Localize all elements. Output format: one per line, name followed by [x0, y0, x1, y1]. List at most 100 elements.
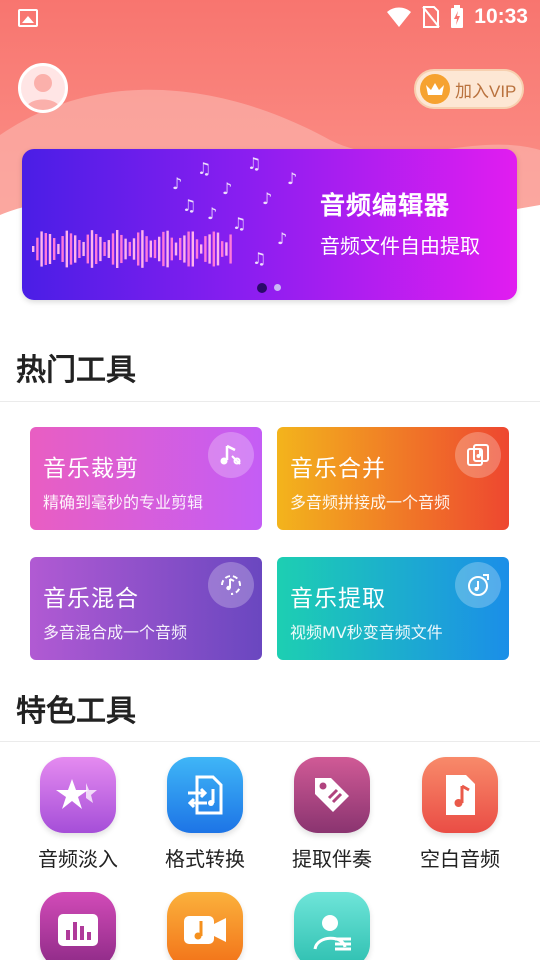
- vip-label: 加入VIP: [455, 81, 517, 101]
- tool-label: 格式转换: [165, 847, 245, 871]
- clock: 10:33: [474, 5, 528, 28]
- no-sim-icon: [422, 6, 441, 28]
- soundwave-bar: [103, 242, 106, 256]
- audio-visualizer-tool[interactable]: [18, 892, 138, 960]
- soundwave-bar: [208, 234, 211, 264]
- soundwave-bar: [36, 237, 39, 261]
- card-title: 音乐合并: [290, 456, 386, 482]
- svg-text:♪: ♪: [172, 174, 182, 193]
- featured-tools-divider: [0, 741, 540, 742]
- status-bar: 10:33: [0, 0, 540, 38]
- soundwave-bar: [183, 235, 186, 263]
- mix-circle-icon: [208, 562, 254, 608]
- soundwave-bar: [225, 242, 228, 256]
- soundwave-bar: [216, 232, 220, 266]
- soundwave-bar: [200, 244, 203, 254]
- svg-text:♫: ♫: [197, 159, 211, 178]
- soundwave-bar: [40, 231, 43, 267]
- soundwave-graphic: ♪♫♪ ♫♪♫ ♪♪♫ ♫♪: [32, 154, 297, 268]
- soundwave-bar: [204, 236, 207, 262]
- user-list-tool[interactable]: [272, 892, 392, 960]
- card-desc: 多音混合成一个音频: [43, 623, 188, 642]
- status-indicators: 10:33: [386, 5, 528, 29]
- crown-icon: [420, 74, 450, 104]
- soundwave-bar: [149, 240, 152, 258]
- soundwave-bar: [187, 231, 190, 267]
- soundwave-bar: [170, 237, 173, 261]
- audio-fade-in-tool[interactable]: 音频淡入: [18, 757, 138, 872]
- battery-charging-icon: [451, 5, 464, 28]
- soundwave-bar: [74, 235, 77, 263]
- extract-accompaniment-tool[interactable]: 提取伴奏: [272, 757, 392, 872]
- soundwave-bar: [48, 233, 52, 265]
- soundwave-bar: [90, 230, 94, 268]
- banner-subtitle: 音频文件自由提取: [320, 234, 480, 258]
- gallery-notification-icon: [18, 9, 38, 27]
- soundwave-bar: [158, 236, 161, 262]
- tool-label: 空白音频: [420, 847, 500, 871]
- video-music-tool[interactable]: [145, 892, 265, 960]
- soundwave-bar: [124, 238, 127, 260]
- wifi-icon: [387, 7, 412, 27]
- soundwave-bar: [107, 240, 110, 258]
- carousel-dot[interactable]: [274, 284, 281, 291]
- svg-text:♪: ♪: [262, 189, 272, 208]
- merge-icon: [455, 432, 501, 478]
- svg-text:♪: ♪: [277, 229, 287, 248]
- banner-title: 音频编辑器: [320, 191, 451, 220]
- hot-tools-title: 热门工具: [16, 353, 136, 388]
- soundwave-bar: [82, 241, 85, 257]
- soundwave-bar: [65, 230, 68, 268]
- svg-text:♪: ♪: [287, 169, 297, 188]
- music-mix-card[interactable]: 音乐混合 多音混合成一个音频: [30, 557, 262, 660]
- svg-text:♫: ♫: [247, 154, 261, 173]
- svg-text:♪: ♪: [222, 179, 232, 198]
- promo-banner[interactable]: ♪ ♫ ♪ ♫ ♪ ♫ ♪ ♪ ♫ ♫ ♪ 音频编辑器 音频文件自由提取: [22, 149, 517, 300]
- soundwave-bar: [99, 236, 102, 262]
- soundwave-bar: [195, 239, 199, 259]
- soundwave-bar: [212, 231, 215, 267]
- card-title: 音乐提取: [290, 586, 386, 612]
- soundwave-bar: [116, 230, 119, 268]
- soundwave-bar: [120, 234, 123, 264]
- soundwave-bar: [191, 231, 194, 267]
- hot-tools-divider: [0, 401, 540, 402]
- music-merge-card[interactable]: 音乐合并 多音频拼接成一个音频: [277, 427, 509, 530]
- blank-audio-tool[interactable]: 空白音频: [400, 757, 520, 872]
- soundwave-bar: [174, 242, 178, 256]
- soundwave-bar: [86, 234, 89, 264]
- soundwave-bar: [44, 233, 47, 265]
- user-avatar-icon: [25, 74, 61, 110]
- soundwave-bar: [179, 237, 182, 261]
- svg-text:♫: ♫: [232, 214, 246, 233]
- music-trim-card[interactable]: 音乐裁剪 精确到毫秒的专业剪辑: [30, 427, 262, 530]
- join-vip-button[interactable]: 加入VIP: [414, 69, 524, 109]
- soundwave-bar: [221, 241, 224, 257]
- tool-label: 提取伴奏: [292, 847, 372, 871]
- app-page: 10:33 加入VIP ♪ ♫ ♪ ♫ ♪ ♫ ♪ ♪ ♫ ♫ ♪ 音频编辑器 音频文件自由提…: [0, 0, 540, 960]
- soundwave-bar: [32, 246, 35, 252]
- soundwave-bar: [95, 234, 98, 264]
- music-note-scissors-icon: [208, 432, 254, 478]
- chart-icon: [40, 892, 116, 960]
- soundwave-bar: [57, 243, 60, 255]
- soundwave-bar: [162, 231, 165, 267]
- card-title: 音乐混合: [43, 586, 139, 612]
- soundwave-bar: [166, 230, 169, 268]
- format-convert-tool[interactable]: 格式转换: [145, 757, 265, 872]
- card-title: 音乐裁剪: [43, 456, 139, 482]
- avatar[interactable]: [18, 63, 68, 113]
- featured-tools-title: 特色工具: [16, 694, 136, 729]
- soundwave-bar: [69, 233, 73, 265]
- music-extract-card[interactable]: 音乐提取 视频MV秒变音频文件: [277, 557, 509, 660]
- tool-label: 音频淡入: [38, 847, 118, 871]
- music-file-icon: [422, 757, 498, 833]
- stars-icon: [40, 757, 116, 833]
- video-music-icon: [167, 892, 243, 960]
- soundwave-bar: [132, 238, 136, 260]
- soundwave-bar: [145, 236, 148, 262]
- tag-icon: [294, 757, 370, 833]
- carousel-dot-active[interactable]: [257, 283, 267, 293]
- card-desc: 多音频拼接成一个音频: [290, 493, 451, 512]
- svg-text:♪: ♪: [207, 204, 217, 223]
